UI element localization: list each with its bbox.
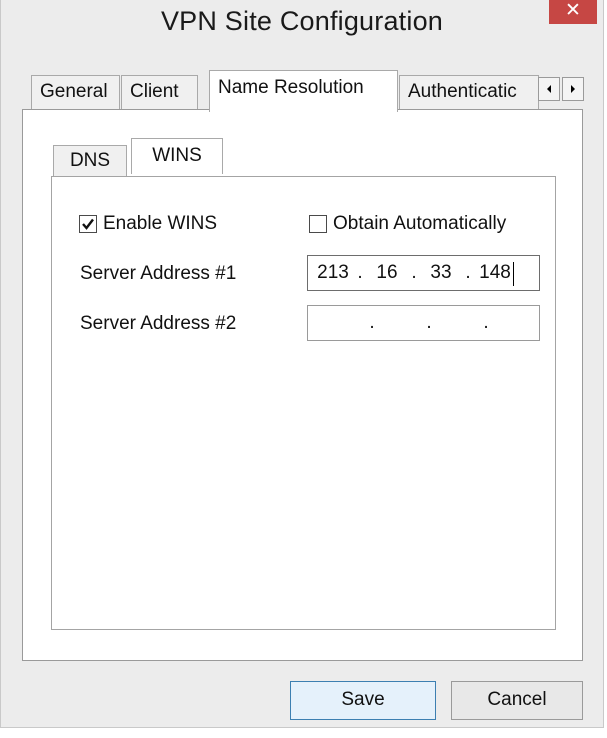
tab-name-resolution-label: Name Resolution (218, 77, 364, 98)
obtain-automatically-label: Obtain Automatically (333, 213, 507, 234)
tab-scroll-left-button[interactable] (538, 77, 560, 101)
ip-octet-3: 33 (430, 262, 452, 283)
tab-general[interactable]: General (31, 75, 120, 111)
tab-wins[interactable]: WINS (131, 138, 223, 174)
tab-dns[interactable]: DNS (53, 145, 127, 177)
cancel-button[interactable]: Cancel (451, 681, 583, 720)
ip-dot: . (483, 312, 489, 333)
name-resolution-panel: DNS WINS Enable WINS Obtain Automaticall… (22, 109, 583, 661)
ip-dot: . (426, 312, 432, 333)
ip-octet-1: 213 (317, 262, 349, 283)
server-address-2-label: Server Address #2 (80, 313, 237, 334)
tab-client[interactable]: Client (121, 75, 198, 111)
enable-wins-checkbox[interactable]: Enable WINS (79, 213, 217, 235)
right-arrow-icon (571, 85, 575, 93)
title-bar: VPN Site Configuration ✕ (1, 0, 603, 48)
ip-dot: . (369, 312, 375, 333)
tab-dns-label: DNS (69, 150, 111, 171)
ip-dot: . (465, 262, 471, 283)
tab-client-label: Client (130, 81, 179, 102)
server-address-2-field[interactable]: . . . (307, 305, 540, 341)
close-icon: ✕ (565, 0, 581, 21)
server-address-1-field[interactable]: 213 . 16 . 33 . 148 (307, 255, 540, 291)
wins-panel: Enable WINS Obtain Automatically Server … (51, 176, 556, 630)
tab-scroll-right-button[interactable] (562, 77, 584, 101)
server-address-1-label: Server Address #1 (80, 263, 237, 284)
ip-octet-4: 148 (479, 262, 511, 283)
checkmark-icon (82, 218, 94, 230)
ip-dot: . (357, 262, 363, 283)
tab-wins-label: WINS (152, 145, 202, 166)
vpn-site-configuration-dialog: VPN Site Configuration ✕ General Client … (0, 0, 604, 728)
tab-authentication[interactable]: Authenticatic (399, 75, 539, 111)
obtain-automatically-checkbox[interactable]: Obtain Automatically (309, 213, 506, 235)
left-arrow-icon (547, 85, 551, 93)
tab-name-resolution[interactable]: Name Resolution (209, 70, 398, 112)
close-button[interactable]: ✕ (549, 0, 597, 24)
tab-general-label: General (40, 81, 108, 102)
enable-wins-label: Enable WINS (103, 213, 218, 234)
save-button[interactable]: Save (290, 681, 436, 720)
tab-authentication-label: Authenticatic (408, 81, 517, 102)
enable-wins-box (79, 215, 97, 233)
obtain-automatically-box (309, 215, 327, 233)
window-title: VPN Site Configuration (160, 6, 444, 36)
ip-dot: . (411, 262, 417, 283)
ip-octet-2: 16 (376, 262, 398, 283)
tab-scroll-buttons (538, 77, 584, 101)
text-caret (513, 262, 514, 286)
